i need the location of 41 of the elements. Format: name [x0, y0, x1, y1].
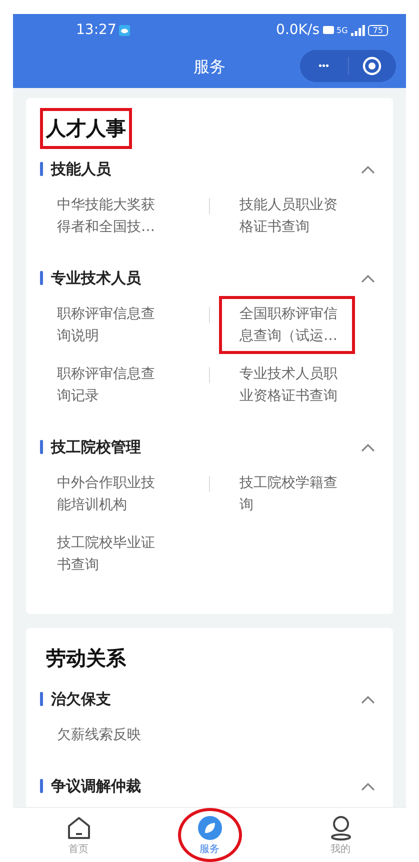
service-link[interactable]: 技工院校毕业证书查询	[54, 529, 160, 579]
network-speed: 0.0K/s	[276, 22, 320, 38]
more-button[interactable]: •••	[300, 50, 348, 82]
service-link[interactable]: 全国职称评审信息查询（试运…	[218, 296, 354, 354]
service-link[interactable]: 职称评审信息查询说明	[54, 300, 160, 350]
service-link[interactable]: 中外合作职业技能培训机构	[54, 469, 160, 519]
service-link[interactable]: 技能人员职业资格证书查询	[236, 191, 342, 241]
leaf-icon	[196, 814, 222, 840]
network-type: 5G	[336, 26, 348, 34]
section-title: 人才人事	[40, 108, 132, 149]
service-link[interactable]: 技工院校学籍查询	[236, 469, 342, 519]
accent-bar	[40, 162, 43, 176]
target-icon	[362, 56, 382, 76]
status-time: 13:27	[76, 22, 116, 38]
group-title: 治欠保支	[51, 690, 112, 708]
chevron-icon[interactable]	[361, 782, 375, 790]
battery-level: 75	[368, 24, 388, 36]
home-icon	[66, 814, 92, 840]
signal-icon	[350, 24, 365, 36]
service-link[interactable]: 中华技能大奖获得者和全国技…	[54, 191, 160, 241]
group-title: 争议调解仲裁	[51, 776, 142, 796]
tab-item[interactable]: 服务	[178, 808, 242, 862]
hd-icon	[322, 26, 334, 34]
chevron-icon[interactable]	[361, 442, 375, 452]
group-title: 技工院校管理	[51, 438, 142, 456]
chevron-icon[interactable]	[361, 164, 375, 174]
app-notification-icon	[119, 24, 130, 36]
group-title: 专业技术人员	[51, 268, 142, 288]
accent-bar	[40, 692, 43, 706]
service-link[interactable]: 专业技术人员职业资格证书查询	[236, 360, 342, 410]
group-title: 技能人员	[51, 160, 112, 178]
service-link[interactable]: 欠薪线索反映	[54, 721, 160, 749]
tab-item[interactable]: 我的	[308, 808, 372, 862]
accent-bar	[40, 779, 43, 793]
page-title: 服务	[194, 56, 226, 78]
section-title: 劳动关系	[45, 645, 127, 672]
service-link[interactable]: 职称评审信息查询记录	[54, 360, 160, 410]
chevron-icon[interactable]	[361, 694, 375, 704]
chevron-icon[interactable]	[361, 274, 375, 282]
accent-bar	[40, 271, 43, 285]
accent-bar	[40, 440, 43, 454]
